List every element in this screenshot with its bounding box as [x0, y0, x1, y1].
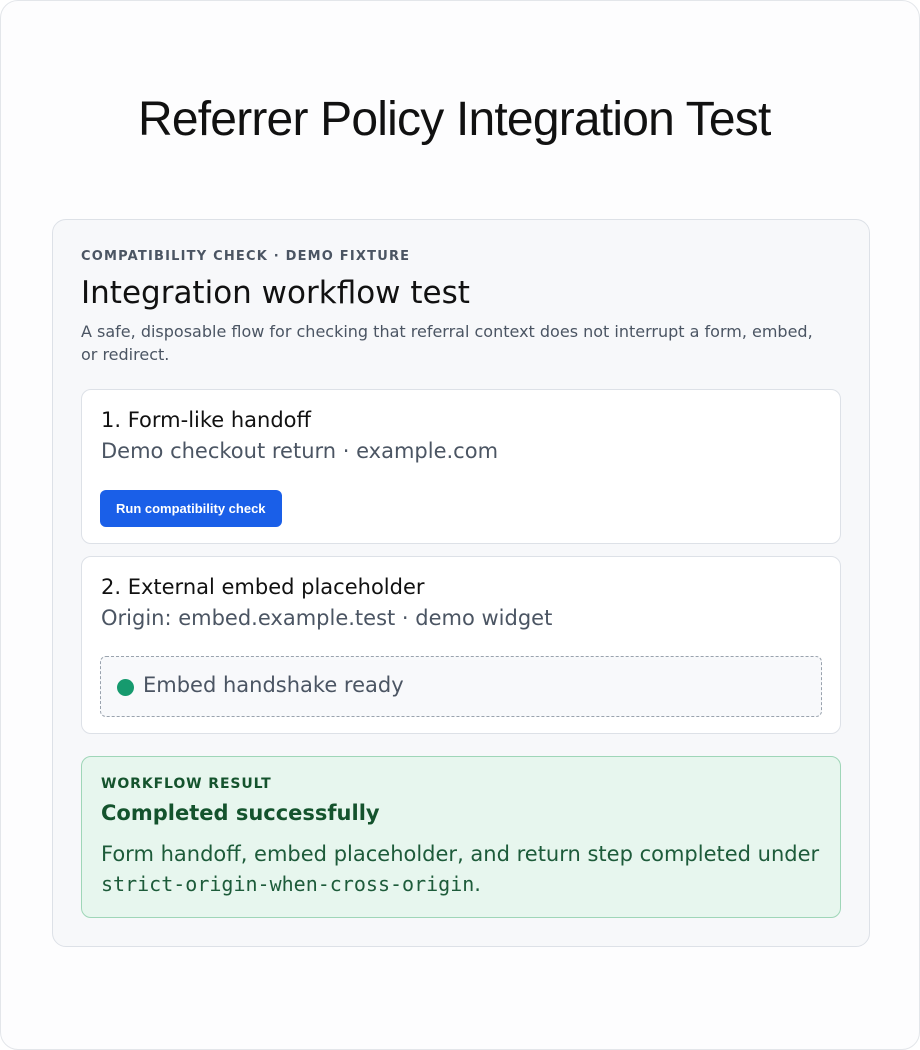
result-label: WORKFLOW RESULT: [101, 776, 272, 792]
result-title: Completed successfully: [101, 801, 380, 825]
result-description-text: Form handoff, embed placeholder, and ret…: [101, 842, 820, 866]
page-title: Referrer Policy Integration Test: [138, 93, 771, 146]
step-meta: Demo checkout return · example.com: [101, 439, 499, 463]
result-description: Form handoff, embed placeholder, and ret…: [101, 839, 821, 899]
step-title: 1. Form-like handoff: [101, 408, 311, 432]
test-panel: COMPATIBILITY CHECK · DEMO FIXTURE Integ…: [52, 219, 870, 947]
step-title: 2. External embed placeholder: [101, 575, 425, 599]
run-compatibility-check-button[interactable]: Run compatibility check: [100, 490, 282, 527]
embed-status-text: Embed handshake ready: [143, 673, 404, 697]
step-embed-placeholder: 2. External embed placeholder Origin: em…: [81, 556, 841, 734]
page-frame: Referrer Policy Integration Test COMPATI…: [0, 0, 920, 1050]
step-meta: Origin: embed.example.test · demo widget: [101, 606, 553, 630]
referrer-policy-value: strict-origin-when-cross-origin: [101, 872, 475, 896]
panel-description: A safe, disposable flow for checking tha…: [81, 322, 813, 364]
panel-title: Integration workflow test: [81, 275, 470, 311]
status-dot-icon: [117, 679, 134, 696]
workflow-result: WORKFLOW RESULT Completed successfully F…: [81, 756, 841, 918]
result-description-end: .: [474, 872, 481, 896]
step-form-handoff: 1. Form-like handoff Demo checkout retur…: [81, 389, 841, 544]
panel-eyebrow: COMPATIBILITY CHECK · DEMO FIXTURE: [81, 249, 411, 264]
embed-placeholder: Embed handshake ready: [100, 656, 822, 717]
